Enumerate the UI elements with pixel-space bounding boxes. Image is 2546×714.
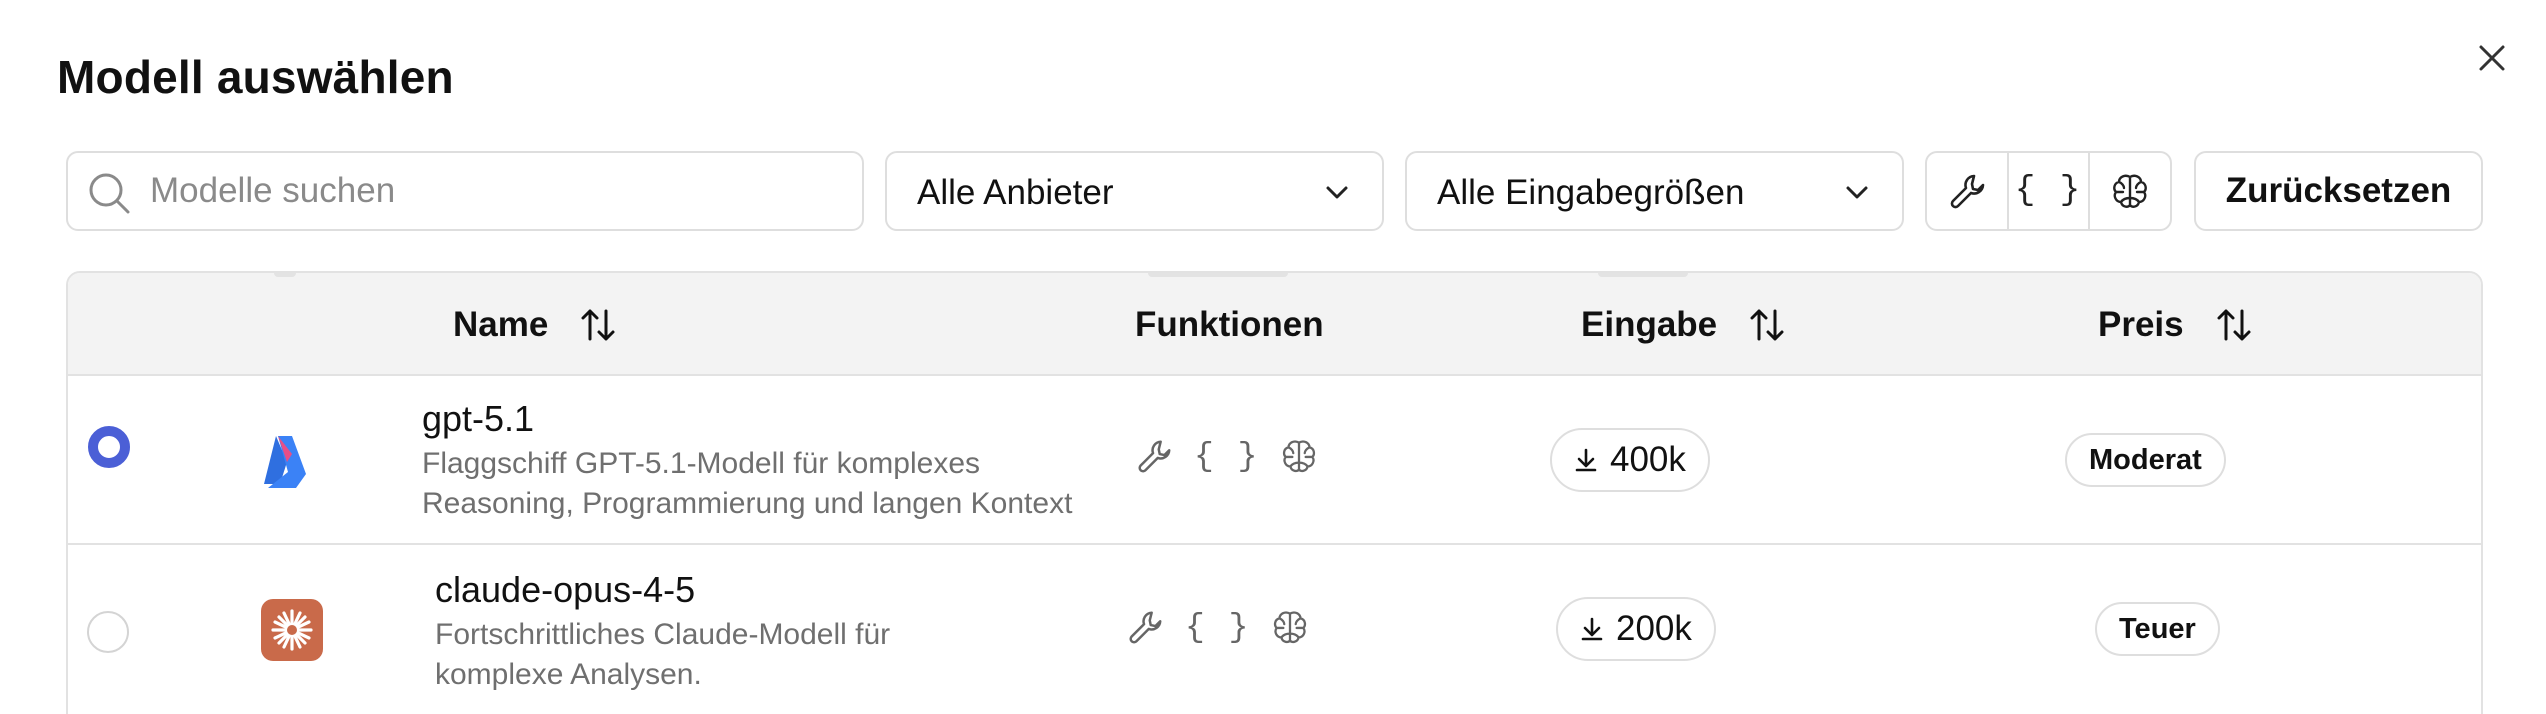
column-header-name-label: Name bbox=[453, 305, 549, 344]
reset-button[interactable]: Zurücksetzen bbox=[2194, 151, 2483, 231]
column-header-input-label: Eingabe bbox=[1581, 305, 1718, 344]
table-row[interactable]: gpt-5.1 Flaggschiff GPT-5.1-Modell für k… bbox=[68, 376, 2481, 545]
input-size-value: 200k bbox=[1616, 609, 1692, 648]
column-header-name[interactable]: Name bbox=[453, 305, 618, 345]
sort-icon[interactable] bbox=[1747, 305, 1787, 345]
column-header-input[interactable]: Eingabe bbox=[1581, 305, 1787, 345]
braces-icon: { } bbox=[1185, 608, 1251, 646]
scrolled-content-fragment bbox=[1148, 273, 1288, 277]
table-row[interactable]: claude-opus-4-5 Fortschrittliches Claude… bbox=[68, 545, 2481, 714]
feature-filter-group: { } bbox=[1925, 151, 2172, 231]
model-name: claude-opus-4-5 bbox=[435, 569, 696, 610]
download-icon bbox=[1575, 448, 1597, 472]
wrench-icon bbox=[1950, 174, 1985, 209]
model-features: { } bbox=[1134, 436, 1319, 476]
table-header: Name Funktionen Eingabe Preis bbox=[68, 273, 2481, 376]
anthropic-logo-icon bbox=[261, 599, 323, 661]
model-description: Flaggschiff GPT-5.1-Modell für komplexes… bbox=[422, 447, 1073, 520]
input-size-select[interactable]: Alle Eingabegrößen bbox=[1405, 151, 1904, 231]
column-header-features: Funktionen bbox=[1135, 305, 1324, 345]
input-size-value: 400k bbox=[1610, 440, 1686, 479]
model-table: Name Funktionen Eingabe Preis gpt-5.1 Fl… bbox=[66, 271, 2483, 714]
search-icon bbox=[89, 173, 130, 214]
price-badge: Moderat bbox=[2065, 433, 2226, 487]
azure-logo-icon bbox=[264, 436, 306, 488]
search-box[interactable] bbox=[66, 151, 864, 231]
download-icon bbox=[1581, 617, 1603, 641]
model-radio[interactable] bbox=[87, 611, 129, 653]
model-radio-selected[interactable] bbox=[88, 426, 130, 468]
search-input[interactable] bbox=[150, 153, 850, 229]
brain-icon bbox=[1274, 611, 1307, 644]
price-badge: Teuer bbox=[2095, 602, 2220, 656]
braces-icon: { } bbox=[2014, 172, 2083, 210]
input-size-select-value: Alle Eingabegrößen bbox=[1437, 173, 1745, 212]
provider-select[interactable]: Alle Anbieter bbox=[885, 151, 1384, 231]
provider-select-value: Alle Anbieter bbox=[917, 173, 1114, 212]
close-icon[interactable] bbox=[2472, 38, 2512, 78]
dialog-title: Modell auswählen bbox=[57, 51, 454, 103]
brain-icon bbox=[2113, 174, 2148, 208]
model-description: Fortschrittliches Claude-Modell für komp… bbox=[435, 618, 891, 691]
brain-icon bbox=[1283, 440, 1316, 473]
scrolled-content-fragment bbox=[1598, 273, 1688, 277]
structured-output-filter-toggle[interactable]: { } bbox=[2006, 153, 2089, 229]
input-size-badge: 200k bbox=[1556, 597, 1716, 661]
braces-icon: { } bbox=[1194, 437, 1260, 475]
tools-filter-toggle[interactable] bbox=[1927, 153, 2007, 229]
model-features: { } bbox=[1125, 607, 1310, 647]
sort-icon[interactable] bbox=[2214, 305, 2254, 345]
model-name: gpt-5.1 bbox=[422, 398, 535, 439]
column-header-features-label: Funktionen bbox=[1135, 305, 1324, 344]
column-header-price[interactable]: Preis bbox=[2098, 305, 2254, 345]
reasoning-filter-toggle[interactable] bbox=[2088, 153, 2170, 229]
column-header-price-label: Preis bbox=[2098, 305, 2184, 344]
chevron-down-icon bbox=[1846, 186, 1868, 199]
wrench-icon bbox=[1129, 611, 1162, 644]
scrolled-content-fragment bbox=[274, 273, 296, 277]
wrench-icon bbox=[1138, 440, 1171, 473]
chevron-down-icon bbox=[1326, 186, 1348, 199]
sort-icon[interactable] bbox=[578, 305, 618, 345]
input-size-badge: 400k bbox=[1550, 428, 1710, 492]
